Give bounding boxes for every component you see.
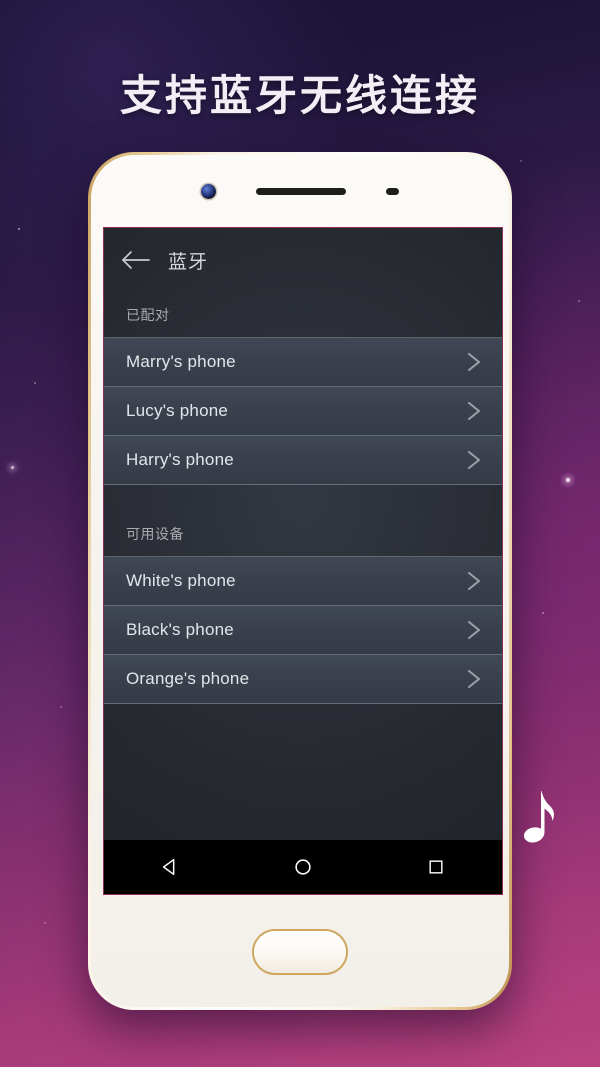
proximity-sensor-icon <box>386 187 399 195</box>
star-decoration <box>566 478 570 482</box>
device-name: White's phone <box>126 571 236 590</box>
star-decoration <box>542 612 544 614</box>
poster-background: 支持蓝牙无线连接 蓝牙 已配对 Marry's phone Lucy's pho… <box>0 0 600 1067</box>
screen-content: 蓝牙 已配对 Marry's phone Lucy's phone Harry'… <box>104 228 502 894</box>
device-row[interactable]: Marry's phone <box>104 338 502 387</box>
phone-sensor-row <box>91 183 509 199</box>
page-title: 支持蓝牙无线连接 <box>119 71 480 120</box>
earpiece-speaker-icon <box>256 187 346 195</box>
star-decoration <box>18 228 20 230</box>
phone-screen: 蓝牙 已配对 Marry's phone Lucy's phone Harry'… <box>103 227 503 895</box>
music-note-icon <box>508 788 560 850</box>
star-decoration <box>34 382 36 384</box>
android-nav-bar <box>104 840 502 894</box>
section-paired: 已配对 Marry's phone Lucy's phone Harry's p… <box>104 292 502 485</box>
device-name: Harry's phone <box>126 450 234 469</box>
app-bar: 蓝牙 <box>104 228 502 292</box>
chevron-right-icon[interactable] <box>466 667 482 691</box>
device-row[interactable]: Harry's phone <box>104 436 502 485</box>
device-name: Black's phone <box>126 620 234 639</box>
chevron-right-icon[interactable] <box>466 350 482 374</box>
section-divider-space <box>104 485 502 511</box>
device-row[interactable]: Orange's phone <box>104 655 502 704</box>
phone-body: 蓝牙 已配对 Marry's phone Lucy's phone Harry'… <box>91 155 509 1007</box>
device-row[interactable]: Lucy's phone <box>104 387 502 436</box>
star-decoration <box>520 160 522 162</box>
nav-home-button[interactable] <box>275 840 331 894</box>
chevron-right-icon[interactable] <box>466 618 482 642</box>
home-button[interactable] <box>254 931 346 973</box>
star-decoration <box>44 922 46 924</box>
front-camera-icon <box>201 183 216 199</box>
section-header-available: 可用设备 <box>104 511 502 557</box>
nav-back-button[interactable] <box>142 840 198 894</box>
chevron-right-icon[interactable] <box>466 569 482 593</box>
device-name: Marry's phone <box>126 352 236 371</box>
chevron-right-icon[interactable] <box>466 399 482 423</box>
star-decoration <box>578 300 580 302</box>
app-title: 蓝牙 <box>168 251 209 273</box>
section-available: 可用设备 White's phone Black's phone Orange'… <box>104 511 502 704</box>
phone-mockup: 蓝牙 已配对 Marry's phone Lucy's phone Harry'… <box>88 152 512 1010</box>
device-list: 已配对 Marry's phone Lucy's phone Harry's p… <box>104 292 502 704</box>
device-row[interactable]: White's phone <box>104 557 502 606</box>
device-name: Orange's phone <box>126 669 250 688</box>
nav-recents-button[interactable] <box>408 840 464 894</box>
device-name: Lucy's phone <box>126 401 229 420</box>
star-decoration <box>11 466 14 469</box>
star-decoration <box>60 706 62 708</box>
chevron-right-icon[interactable] <box>466 448 482 472</box>
section-header-paired: 已配对 <box>104 292 502 338</box>
device-row[interactable]: Black's phone <box>104 606 502 655</box>
back-arrow-icon[interactable] <box>120 249 150 271</box>
